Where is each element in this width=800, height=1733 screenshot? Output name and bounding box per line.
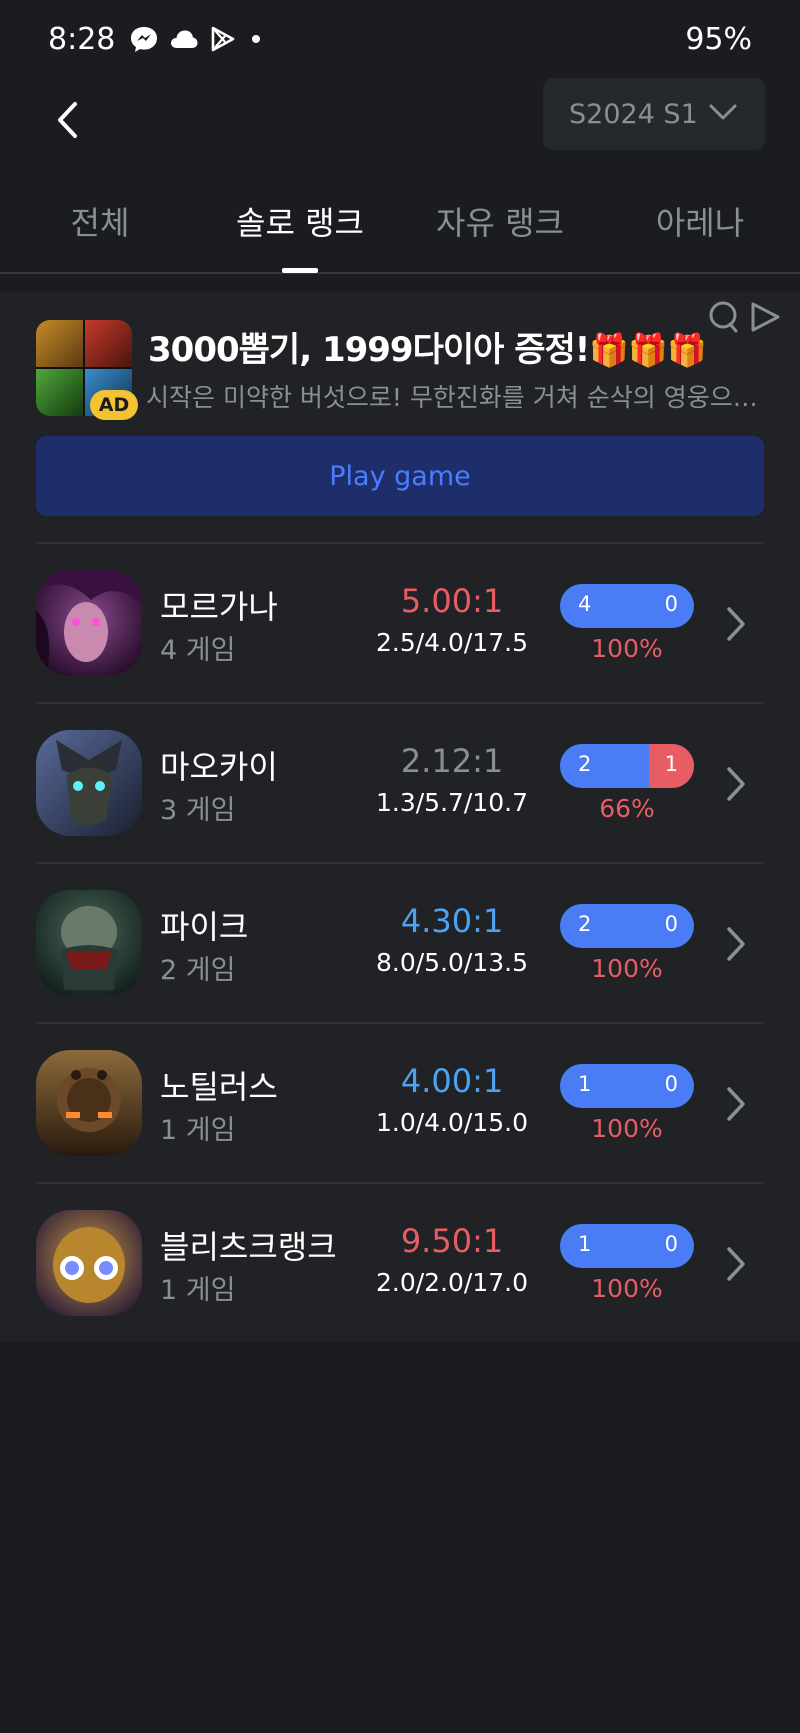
empty-area (0, 1342, 800, 1733)
status-icons (129, 25, 265, 53)
win-loss-bar: 10 (560, 1064, 694, 1108)
chevron-right-icon (727, 767, 745, 801)
champion-row[interactable]: 블리츠크랭크 1 게임 9.50:1 2.0/2.0/17.0 1 0 100% (0, 1184, 800, 1344)
kda-detail: 8.0/5.0/13.5 (375, 948, 529, 977)
champion-row[interactable]: 모르가나 4 게임 5.00:1 2.5/4.0/17.5 4 0 100% (0, 544, 800, 704)
back-button[interactable] (42, 90, 92, 150)
status-time: 8:28 (48, 21, 116, 57)
chevron-right-icon (727, 607, 745, 641)
kda-detail: 2.0/2.0/17.0 (375, 1268, 529, 1297)
champion-games: 1 게임 (160, 1115, 236, 1146)
wins-count: 2 (578, 912, 592, 936)
ad-choices[interactable] (706, 300, 782, 334)
winrate: 100% (591, 1114, 663, 1143)
ad-thumb-tile (36, 320, 83, 367)
champion-avatar (36, 730, 142, 836)
kda-ratio: 4.30:1 (400, 902, 504, 940)
season-selector[interactable]: S2024 S1 (543, 78, 765, 150)
champion-name: 모르가나 (160, 588, 278, 626)
chevron-right-icon (727, 927, 745, 961)
ad-banner[interactable]: AD 3000뽑기, 1999다이아 증정!🎁🎁🎁 시작은 미약한 버섯으로! … (0, 292, 800, 544)
notification-dot-icon (252, 35, 261, 43)
tab-solo-rank[interactable]: 솔로 랭크 (236, 198, 364, 248)
winrate: 100% (591, 634, 663, 663)
champion-row[interactable]: 노틸러스 1 게임 4.00:1 1.0/4.0/15.0 1 0 100% (0, 1024, 800, 1184)
kda-ratio: 9.50:1 (400, 1222, 504, 1260)
main-content: AD 3000뽑기, 1999다이아 증정!🎁🎁🎁 시작은 미약한 버섯으로! … (0, 292, 800, 1342)
top-bar: S2024 S1 (0, 78, 800, 188)
season-label: S2024 S1 (569, 98, 698, 130)
gift-emoji: 🎁🎁🎁 (589, 331, 707, 369)
status-left: 8:28 (48, 22, 265, 57)
ad-description: 시작은 미약한 버섯으로! 무한진화를 거쳐 순삭의 영웅으로 거듭나라 (146, 383, 762, 412)
chevron-right-icon (727, 1247, 745, 1281)
champion-name: 블리츠크랭크 (160, 1228, 337, 1266)
cloud-icon (171, 30, 198, 48)
champion-avatar (36, 890, 142, 996)
champion-games: 2 게임 (160, 955, 236, 986)
champion-games: 4 게임 (160, 635, 236, 666)
tab-arena[interactable]: 아레나 (656, 198, 744, 248)
ad-title-text: 3000뽑기, 1999다이아 증정! (148, 330, 590, 370)
winrate: 100% (591, 954, 663, 983)
win-loss-bar: 40 (560, 584, 694, 628)
kda-detail: 2.5/4.0/17.5 (375, 628, 529, 657)
messenger-icon (131, 27, 158, 52)
tab-flex-rank[interactable]: 자유 랭크 (436, 198, 564, 248)
kda-ratio: 5.00:1 (400, 582, 504, 620)
losses-count: 0 (664, 912, 678, 936)
kda-ratio: 4.00:1 (400, 1062, 504, 1100)
wins-count: 2 (578, 752, 592, 776)
play-store-icon (212, 26, 235, 52)
champion-name: 마오카이 (160, 748, 278, 786)
ad-thumb-tile (36, 369, 83, 416)
wins-count: 1 (578, 1232, 592, 1256)
kda-detail: 1.3/5.7/10.7 (375, 788, 529, 817)
queue-tabs: 전체 솔로 랭크 자유 랭크 아레나 (0, 188, 800, 274)
champion-name: 파이크 (160, 908, 249, 946)
winrate: 100% (591, 1274, 663, 1303)
chevron-right-icon (727, 1087, 745, 1121)
tab-all[interactable]: 전체 (71, 198, 130, 248)
winrate: 66% (599, 794, 655, 823)
battery-level: 95% (685, 21, 752, 57)
kda-ratio: 2.12:1 (400, 742, 504, 780)
kda-detail: 1.0/4.0/15.0 (375, 1108, 529, 1137)
wins-count: 1 (578, 1072, 592, 1096)
losses-count: 1 (664, 752, 678, 776)
champion-list: 모르가나 4 게임 5.00:1 2.5/4.0/17.5 4 0 100% 마오카이 3 게임… (0, 544, 800, 1344)
champion-games: 3 게임 (160, 795, 236, 826)
win-loss-bar: 10 (560, 1224, 694, 1268)
losses-count: 0 (664, 592, 678, 616)
ad-thumb-tile (85, 320, 132, 367)
champion-row[interactable]: 파이크 2 게임 4.30:1 8.0/5.0/13.5 2 0 100% (0, 864, 800, 1024)
ad-choices-icon[interactable] (748, 300, 782, 334)
champion-avatar (36, 1050, 142, 1156)
wins-count: 4 (578, 592, 592, 616)
play-game-button[interactable]: Play game (36, 436, 764, 516)
ad-info-icon[interactable] (706, 300, 740, 334)
ad-badge: AD (90, 390, 138, 420)
losses-count: 0 (664, 1072, 678, 1096)
win-loss-bar: 21 (560, 744, 694, 788)
back-arrow-icon (58, 102, 77, 138)
active-tab-indicator (282, 268, 318, 273)
champion-avatar (36, 570, 142, 676)
win-loss-bar: 20 (560, 904, 694, 948)
champion-games: 1 게임 (160, 1275, 236, 1306)
losses-count: 0 (664, 1232, 678, 1256)
champion-row[interactable]: 마오카이 3 게임 2.12:1 1.3/5.7/10.7 2 1 66% (0, 704, 800, 864)
status-bar: 8:28 95% (0, 0, 800, 78)
champion-name: 노틸러스 (160, 1068, 278, 1106)
champion-avatar (36, 1210, 142, 1316)
ad-title[interactable]: 3000뽑기, 1999다이아 증정!🎁🎁🎁 (148, 322, 707, 371)
chevron-down-icon (709, 104, 737, 120)
